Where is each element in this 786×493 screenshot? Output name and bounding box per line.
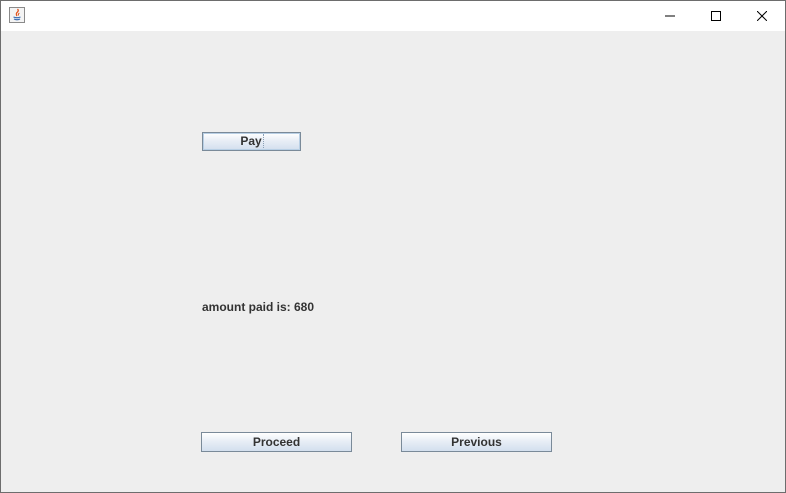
title-bar[interactable] (1, 1, 785, 31)
proceed-button[interactable]: Proceed (201, 432, 352, 452)
minimize-icon (665, 15, 675, 17)
pay-button-label: Pay (240, 134, 264, 148)
amount-paid-label: amount paid is: 680 (202, 300, 315, 314)
minimize-button[interactable] (647, 1, 693, 31)
maximize-button[interactable] (693, 1, 739, 31)
maximize-icon (711, 11, 721, 21)
content-panel: Pay amount paid is: 680 Proceed Previous (1, 31, 785, 492)
pay-button[interactable]: Pay (202, 132, 301, 151)
java-icon[interactable] (9, 7, 25, 23)
previous-button[interactable]: Previous (401, 432, 552, 452)
close-icon (757, 11, 767, 21)
close-button[interactable] (739, 1, 785, 31)
app-window: Pay amount paid is: 680 Proceed Previous (0, 0, 786, 493)
